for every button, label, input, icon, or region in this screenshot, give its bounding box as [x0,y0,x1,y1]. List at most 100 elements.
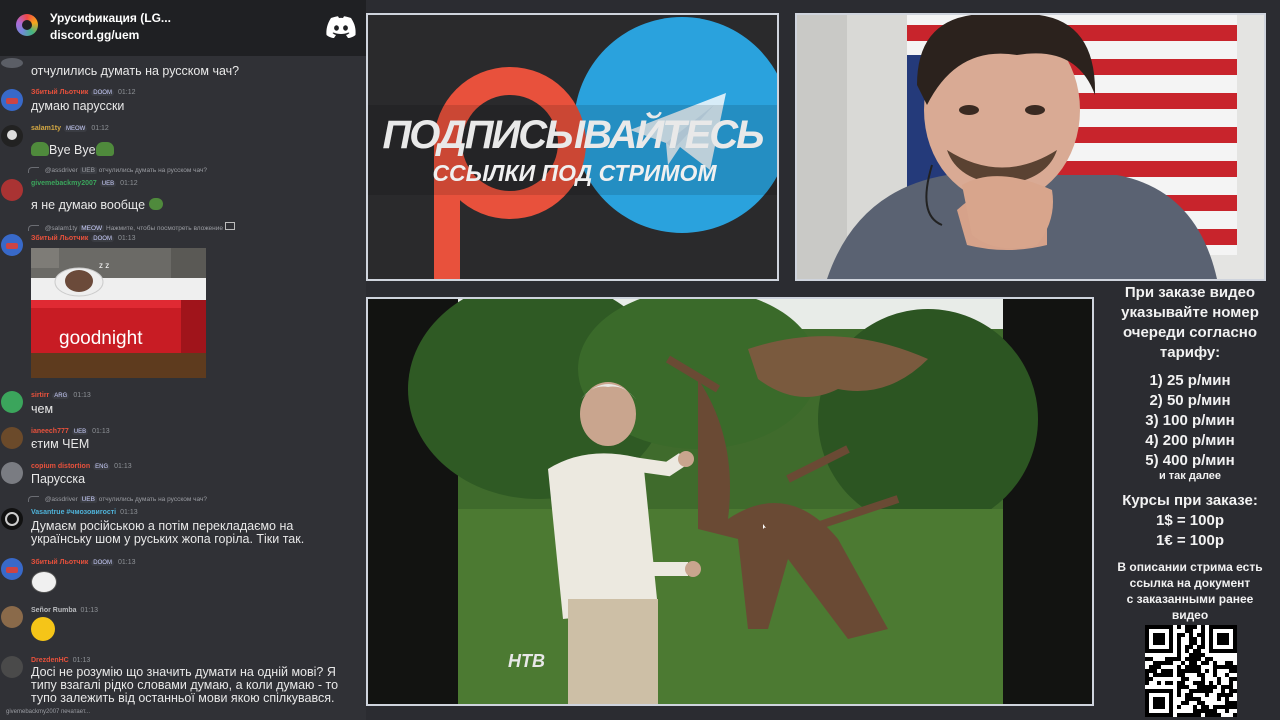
author-name[interactable]: copium distortion [31,463,90,470]
timestamp: 01:13 [117,235,136,242]
avatar[interactable] [1,462,23,484]
message-header: Збитый Льотчик DOOM 01:13 [31,235,136,242]
message-text: Парусска [31,472,86,486]
webcam-feed [795,13,1266,281]
avatar[interactable] [1,391,23,413]
server-icon[interactable] [16,14,38,36]
video-player[interactable]: НТВ [366,297,1094,706]
timestamp: 01:13 [80,607,99,614]
description-note: В описании стрима есть ссылка на докумен… [1117,560,1263,622]
avatar[interactable] [1,508,23,530]
message-text: єтим ЧЕМ [31,437,90,451]
channel-watermark: НТВ [508,651,545,671]
message-header: sirtirr ARG 01:13 [31,392,91,399]
pepe-emoji-icon [95,142,114,156]
reply-text: отчулились думать на русском чач? [98,167,207,174]
avatar[interactable] [1,179,23,201]
timestamp: 01:13 [72,657,91,664]
avatar[interactable] [1,58,23,68]
timestamp: 01:13 [92,428,110,435]
author-name[interactable]: givemebackmy2007 [31,180,97,187]
author-name[interactable]: Vasantrue #чмозовигості [31,509,116,516]
typing-indicator: givemebackmy2007 печатает... [6,709,90,715]
server-header[interactable]: Урусификация (LG... discord.gg/uem [0,0,366,56]
message-text: Bye Bye [31,142,114,157]
reply-badge: UEB [79,496,97,503]
reply-badge: MEOW [79,225,105,232]
qr-code-icon[interactable] [1145,625,1237,717]
message-text: чем [31,402,54,416]
reply-author: @salam1ty [44,225,78,232]
crying-laughing-emoji-icon [31,617,55,641]
message-header: DrezdenHC 01:13 [31,657,90,664]
reply-author: @assdriver [44,167,78,174]
reply-text: отчулились думать на русском чач? [98,496,207,503]
tariff-1: 1) 25 р/мин [1149,372,1231,389]
message-text: Досі не розумію що значить думати на одн… [31,666,338,705]
author-name[interactable]: Збитый Льотчик [31,559,88,566]
message-header: Збитый Льотчик DOOM 01:13 [31,559,136,566]
reply-preview[interactable]: @assdriver UEB отчулились думать на русс… [28,167,207,174]
message-text-content: Bye Bye [49,143,96,157]
reply-text: Нажмите, чтобы посмотреть вложение [106,225,223,232]
author-name[interactable]: ianeech777 [31,428,69,435]
mouse-cursor-icon [763,524,766,529]
message-text: думаю парусски [31,99,125,113]
message-text: отчулились думать на русском чач? [31,64,240,78]
role-badge: UEB [99,181,117,187]
author-name[interactable]: DrezdenHC [31,657,69,664]
course-usd: 1$ = 100р [1156,512,1224,529]
discord-logo-icon [326,16,356,38]
subscribe-banner: ПОДПИСЫВАЙТЕСЬ ССЫЛКИ ПОД СТРИМОМ [366,13,779,281]
timestamp: 01:13 [73,392,91,399]
role-badge: DOOM [91,90,114,96]
reply-preview[interactable]: @assdriver UEB отчулились думать на русс… [28,496,207,503]
frog-emoji-icon [148,198,163,210]
avatar[interactable] [1,89,23,111]
author-name[interactable]: Señor Rumba [31,607,77,614]
message-header: Збитый Льотчик DOOM 01:12 [31,89,136,96]
role-badge: DOOM [91,236,114,242]
avatar[interactable] [1,234,23,256]
courses-heading: Курсы при заказе: [1122,492,1258,509]
timestamp: 01:13 [114,463,132,470]
discord-chat-panel: Урусификация (LG... discord.gg/uem отчул… [0,0,366,720]
order-heading: При заказе видео указывайте номер очеред… [1121,284,1259,361]
role-badge: MEOW [63,126,88,132]
promo-subtitle: ССЫЛКИ ПОД СТРИМОМ [432,160,717,186]
tariff-4: 4) 200 р/мин [1145,432,1235,449]
goodnight-image-attachment[interactable]: z z goodnight [31,248,206,378]
pepe-emoji-icon [31,142,49,156]
tariff-3: 3) 100 р/мин [1145,412,1235,429]
image-caption: goodnight [59,328,143,349]
message-text: Думаєм російською а потім перекладаємо н… [31,520,304,546]
avatar[interactable] [1,656,23,678]
message-line: тупо залежить від останньої мови якою сп… [31,691,335,705]
timestamp: 01:12 [120,180,138,187]
reply-preview[interactable]: @salam1ty MEOW Нажмите, чтобы посмотреть… [28,222,235,232]
server-invite-link[interactable]: discord.gg/uem [50,28,139,42]
message-header: ianeech777 UEB 01:13 [31,428,110,435]
author-name[interactable]: sirtirr [31,392,49,399]
image-icon [224,222,235,230]
server-name: Урусификация (LG... [50,11,171,25]
promo-title: ПОДПИСЫВАЙТЕСЬ [382,113,764,157]
author-name[interactable]: Збитый Льотчик [31,235,88,242]
goodnight-meme-picture: z z [31,248,206,378]
timestamp: 01:12 [117,89,136,96]
avatar[interactable] [1,427,23,449]
avatar[interactable] [1,125,23,147]
reply-author: @assdriver [44,496,78,503]
avatar[interactable] [1,606,23,628]
role-badge: ENG [93,464,111,470]
message-line: українську шом у руських жопа горіла. Ті… [31,532,305,546]
svg-text:z z: z z [99,261,109,270]
role-badge: DOOM [91,560,114,566]
timestamp: 01:13 [120,509,138,516]
avatar[interactable] [1,558,23,580]
tariff-5: 5) 400 р/мин [1145,452,1235,469]
streamer-camera-image [797,15,1264,279]
author-name[interactable]: salam1ty [31,125,61,132]
timestamp: 01:13 [117,559,136,566]
author-name[interactable]: Збитый Льотчик [31,89,88,96]
